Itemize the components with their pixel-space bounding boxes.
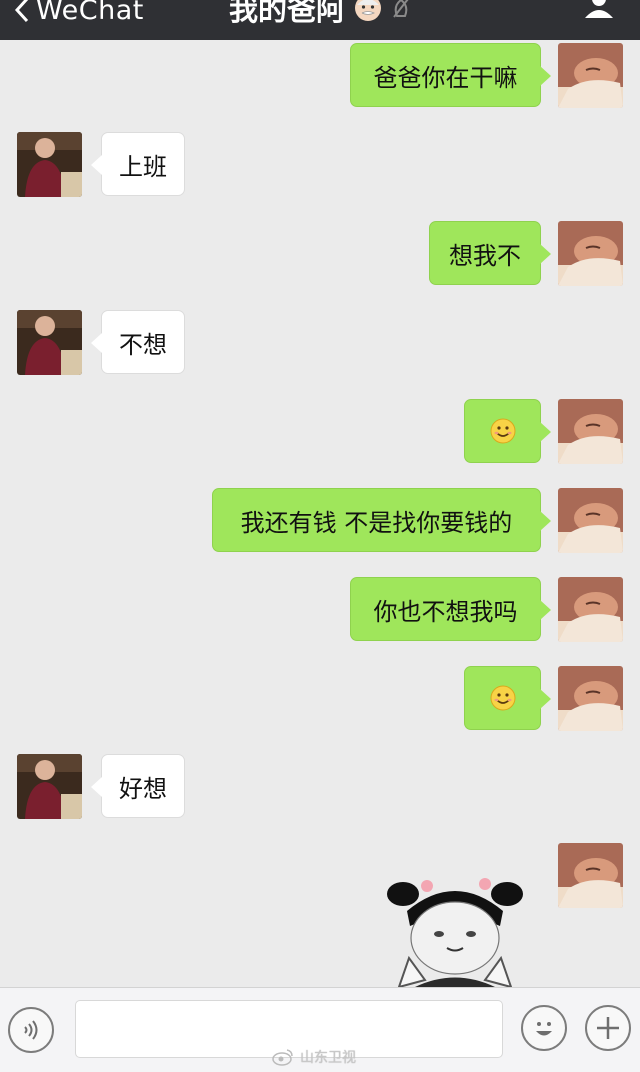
sticker-image <box>387 878 523 987</box>
message-row <box>0 399 640 465</box>
more-button[interactable] <box>585 1005 631 1051</box>
sleeping-face-avatar-image <box>558 488 623 553</box>
watermark: 山东卫视 <box>272 1047 356 1067</box>
received-message-bubble[interactable]: 上班 <box>91 132 185 196</box>
avatar-self[interactable] <box>558 666 623 731</box>
smile-emoji-icon <box>490 418 515 444</box>
plus-icon <box>597 1017 619 1039</box>
sleeping-face-avatar-image <box>558 577 623 642</box>
message-row: 你也不想我吗 <box>0 577 640 643</box>
mute-icon <box>393 0 409 18</box>
avatar-self[interactable] <box>558 577 623 642</box>
sleeping-face-avatar-image <box>558 221 623 286</box>
sent-message-bubble[interactable]: 爸爸你在干嘛 <box>350 43 551 107</box>
sent-emoji-bubble[interactable] <box>464 666 551 730</box>
person-icon <box>585 0 613 18</box>
man-portrait-avatar-image <box>17 310 82 375</box>
panda-girl-sticker[interactable] <box>385 876 525 987</box>
voice-button[interactable] <box>8 1007 54 1053</box>
chat-title: 我的爸阿 <box>228 0 345 27</box>
message-row: 想我不 <box>0 221 640 287</box>
sent-message-bubble[interactable]: 我还有钱 不是找你要钱的 <box>212 488 551 552</box>
avatar-self[interactable] <box>558 843 623 908</box>
watermark-text: 山东卫视 <box>300 1050 356 1066</box>
received-message-bubble[interactable]: 不想 <box>91 310 185 374</box>
message-row: 爸爸你在干嘛 <box>0 43 640 109</box>
chat-area[interactable]: 爸爸你在干嘛 上班 想我不 不想 我还有钱 不是找你要钱的 你也不想我吗 好想 <box>0 40 640 987</box>
avatar-self[interactable] <box>558 43 623 108</box>
avatar-dad[interactable] <box>17 754 82 819</box>
man-portrait-avatar-image <box>17 132 82 197</box>
avatar-dad[interactable] <box>17 310 82 375</box>
man-portrait-avatar-image <box>17 754 82 819</box>
received-message-bubble[interactable]: 好想 <box>91 754 185 818</box>
avatar-self[interactable] <box>558 399 623 464</box>
sleeping-face-avatar-image <box>558 843 623 908</box>
emoji-icon <box>536 1022 552 1036</box>
sleeping-face-avatar-image <box>558 666 623 731</box>
message-row: 好想 <box>0 754 640 820</box>
sent-message-bubble[interactable]: 你也不想我吗 <box>350 577 551 641</box>
message-row <box>0 843 640 909</box>
title-area: 我的爸阿 <box>0 0 640 28</box>
chat-info-button[interactable] <box>582 0 616 24</box>
voice-icon <box>24 1020 38 1040</box>
avatar-self[interactable] <box>558 221 623 286</box>
old-man-emoji-icon <box>355 0 381 21</box>
sleeping-face-avatar-image <box>558 43 623 108</box>
message-row: 上班 <box>0 132 640 198</box>
emoji-button[interactable] <box>521 1005 567 1051</box>
smile-emoji-icon <box>490 685 515 711</box>
message-row: 不想 <box>0 310 640 376</box>
avatar-self[interactable] <box>558 488 623 553</box>
message-row: 我还有钱 不是找你要钱的 <box>0 488 640 554</box>
sleeping-face-avatar-image <box>558 399 623 464</box>
sent-message-bubble[interactable]: 想我不 <box>429 221 551 285</box>
weibo-logo-icon <box>272 1049 293 1066</box>
message-row <box>0 666 640 732</box>
navbar: WeChat 我的爸阿 <box>0 0 640 40</box>
sent-emoji-bubble[interactable] <box>464 399 551 463</box>
avatar-dad[interactable] <box>17 132 82 197</box>
